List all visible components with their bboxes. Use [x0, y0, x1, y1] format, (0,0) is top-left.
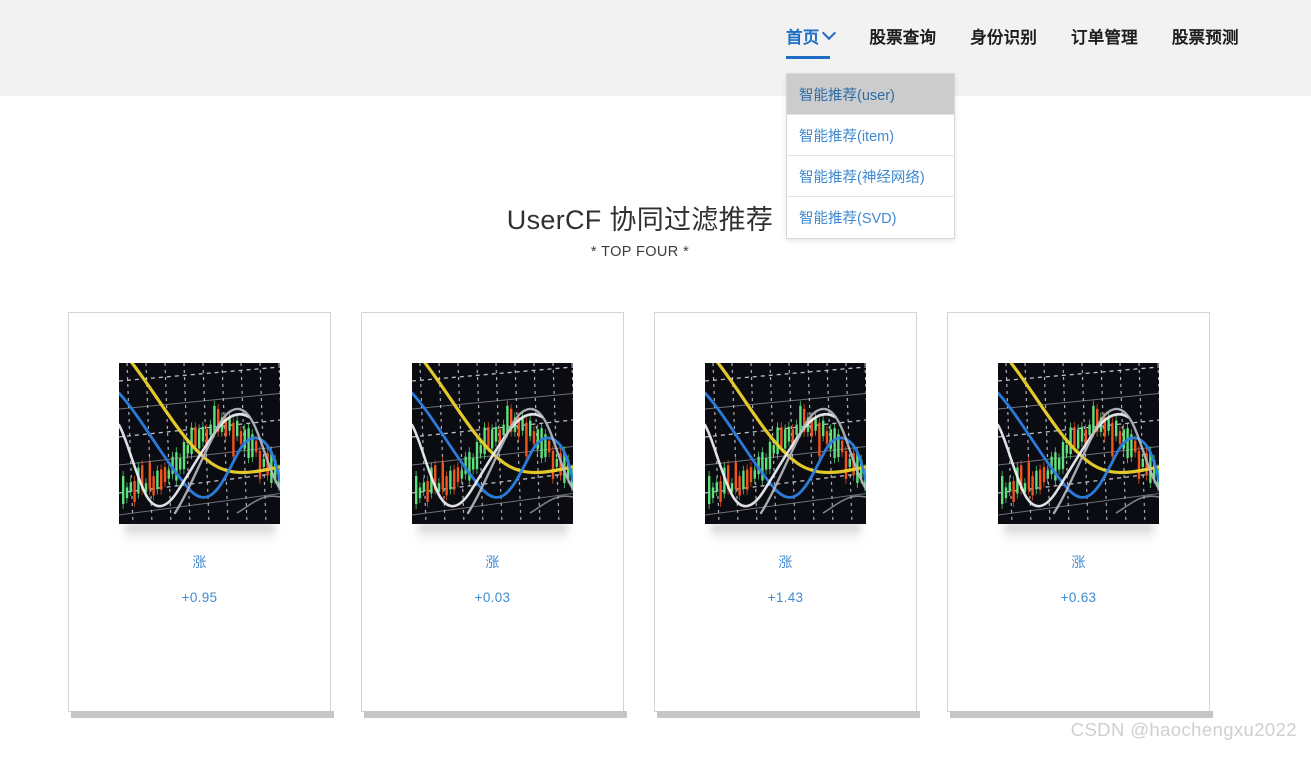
stock-chart-image — [119, 363, 280, 524]
card-image-wrap — [705, 363, 866, 524]
card-image-shadow — [711, 524, 861, 546]
card-value: +0.03 — [475, 590, 511, 605]
card-value: +1.43 — [768, 590, 804, 605]
card-label: 涨 — [1071, 552, 1085, 572]
page-title: UserCF 协同过滤推荐 — [0, 198, 1280, 237]
card-label: 涨 — [192, 552, 206, 572]
dropdown-item-recommend-item-label: 智能推荐(item) — [799, 125, 894, 146]
dropdown-item-recommend-user-label: 智能推荐(user) — [799, 84, 895, 105]
nav-active-underline — [786, 56, 830, 59]
card-label: 涨 — [778, 552, 792, 572]
dropdown-item-recommend-svd[interactable]: 智能推荐(SVD) — [787, 197, 954, 238]
card-value: +0.95 — [182, 590, 218, 605]
stock-chart-image — [705, 363, 866, 524]
card-label: 涨 — [485, 552, 499, 572]
nav-item-orders-label: 订单管理 — [1071, 24, 1138, 48]
card-image-shadow — [418, 524, 568, 546]
nav-item-orders[interactable]: 订单管理 — [1071, 0, 1138, 46]
nav-item-identity[interactable]: 身份识别 — [970, 0, 1037, 46]
main-navigation: 首页 股票查询 身份识别 订单管理 股票预测 — [0, 0, 1311, 96]
nav-item-stock-query-label: 股票查询 — [869, 24, 936, 48]
stock-chart-image — [998, 363, 1159, 524]
nav-item-stock-forecast[interactable]: 股票预测 — [1172, 0, 1239, 46]
site-header: 首页 股票查询 身份识别 订单管理 股票预测 — [0, 0, 1311, 96]
card-image-wrap — [119, 363, 280, 524]
csdn-watermark: CSDN @haochengxu2022 — [1071, 719, 1297, 741]
recommendation-card[interactable]: 涨 +0.95 — [68, 312, 331, 712]
card-image-wrap — [412, 363, 573, 524]
card-value: +0.63 — [1061, 590, 1097, 605]
nav-item-home[interactable]: 首页 — [786, 0, 835, 46]
recommendation-card[interactable]: 涨 +1.43 — [654, 312, 917, 712]
dropdown-item-recommend-user[interactable]: 智能推荐(user) — [787, 74, 954, 115]
home-dropdown-menu: 智能推荐(user) 智能推荐(item) 智能推荐(神经网络) 智能推荐(SV… — [786, 73, 955, 239]
dropdown-item-recommend-svd-label: 智能推荐(SVD) — [799, 207, 896, 228]
stock-chart-image — [412, 363, 573, 524]
nav-item-home-label: 首页 — [786, 24, 819, 48]
dropdown-item-recommend-neural[interactable]: 智能推荐(神经网络) — [787, 156, 954, 197]
dropdown-item-recommend-neural-label: 智能推荐(神经网络) — [799, 166, 925, 187]
nav-item-stock-forecast-label: 股票预测 — [1172, 24, 1239, 48]
card-image-wrap — [998, 363, 1159, 524]
recommendation-card-list: 涨 +0.95 涨 +0.03 涨 +1.43 涨 +0. — [68, 312, 1218, 712]
page-subtitle: * TOP FOUR * — [0, 244, 1280, 260]
card-image-shadow — [125, 524, 275, 546]
chevron-down-icon — [824, 28, 835, 39]
page-root: 首页 股票查询 身份识别 订单管理 股票预测 智能推荐(user) 智能推荐(i — [0, 0, 1311, 759]
dropdown-item-recommend-item[interactable]: 智能推荐(item) — [787, 115, 954, 156]
nav-item-identity-label: 身份识别 — [970, 24, 1037, 48]
recommendation-card[interactable]: 涨 +0.63 — [947, 312, 1210, 712]
nav-item-stock-query[interactable]: 股票查询 — [869, 0, 936, 46]
recommendation-card[interactable]: 涨 +0.03 — [361, 312, 624, 712]
card-image-shadow — [1004, 524, 1154, 546]
